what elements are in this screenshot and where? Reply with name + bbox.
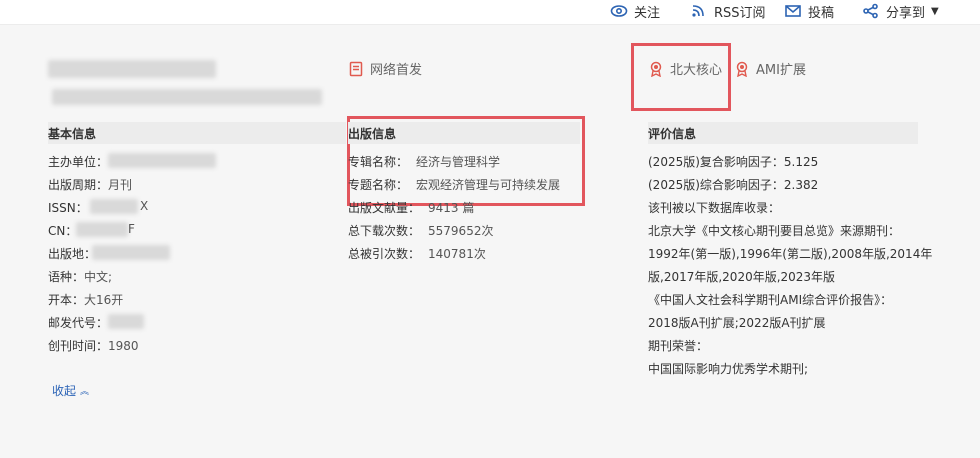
- basic-row-cn: CN：: [48, 222, 77, 239]
- basic-row-format: 开本：大16开: [48, 291, 123, 308]
- basic-row-cycle: 出版周期：月刊: [48, 176, 132, 193]
- eval-line: 版,2017年版,2020年版,2023年版: [648, 270, 836, 284]
- row-value: X: [140, 199, 149, 213]
- postcode-redacted: [108, 314, 144, 329]
- publish-row-topic: 专题名称： 宏观经济管理与可持续发展: [348, 176, 560, 193]
- eye-icon: [610, 5, 628, 17]
- share-icon: [863, 3, 878, 19]
- basic-row-sponsor: 主办单位：: [48, 153, 108, 170]
- journal-subtitle-redacted: [52, 89, 322, 105]
- eval-line: (2025版)综合影响因子：2.382: [648, 178, 819, 192]
- publish-row-album: 专辑名称： 经济与管理科学: [348, 153, 500, 170]
- row-value: 中文;: [84, 270, 113, 284]
- row-label: CN：: [48, 224, 78, 238]
- basic-row-issn: ISSN：: [48, 199, 88, 216]
- row-value: 大16开: [84, 293, 124, 307]
- collapse-label: 收起: [52, 384, 77, 398]
- eval-line: 期刊荣誉：: [648, 339, 709, 353]
- eval-line: 北京大学《中文核心期刊要目总览》来源期刊：: [648, 224, 901, 238]
- basic-row-founded: 创刊时间：1980: [48, 337, 139, 354]
- eval-line: 《中国人文社会科学期刊AMI综合评价报告》：: [648, 293, 893, 307]
- chevron-down-icon: ▼: [931, 5, 939, 17]
- share-button[interactable]: 分享到 ▼: [862, 2, 939, 21]
- network-first-badge: 网络首发: [348, 59, 422, 78]
- issn-redacted: [90, 199, 138, 214]
- row-label: 出版文献量：: [348, 201, 421, 215]
- basic-info-heading: 基本信息: [48, 122, 346, 144]
- eval-line: 该刊被以下数据库收录：: [648, 201, 781, 215]
- issn-suffix: X: [140, 199, 148, 213]
- sponsor-redacted: [108, 153, 216, 168]
- follow-button[interactable]: 关注: [610, 2, 661, 21]
- collapse-button[interactable]: 收起 ︽: [52, 382, 89, 399]
- basic-row-postcode: 邮发代号：: [48, 314, 108, 331]
- publish-info-heading: 出版信息: [348, 122, 580, 144]
- row-label: 邮发代号：: [48, 316, 109, 330]
- row-value: 经济与管理科学: [416, 155, 501, 169]
- publish-info-heading-text: 出版信息: [348, 126, 397, 141]
- row-value: 宏观经济管理与可持续发展: [416, 178, 561, 192]
- highlight-box-pku: [631, 43, 731, 111]
- row-value: 140781次: [428, 247, 486, 261]
- row-label: 出版地：: [48, 247, 97, 261]
- eval-info-heading: 评价信息: [648, 122, 918, 144]
- rss-button[interactable]: RSS订阅: [690, 2, 766, 21]
- row-label: 总被引次数：: [348, 247, 421, 261]
- eval-line: 1992年(第一版),1996年(第二版),2008年版,2014年: [648, 247, 933, 261]
- share-label: 分享到: [886, 5, 926, 21]
- publish-row-downloads: 总下载次数： 5579652次: [348, 222, 493, 239]
- basic-info-heading-text: 基本信息: [48, 126, 97, 141]
- eval-line: 2018版A刊扩展;2022版A刊扩展: [648, 316, 826, 330]
- basic-row-language: 语种：中文;: [48, 268, 112, 285]
- rss-label: RSS订阅: [714, 5, 766, 21]
- eval-info-heading-text: 评价信息: [648, 126, 697, 141]
- document-icon: [349, 61, 363, 76]
- row-label: 专题名称：: [348, 178, 409, 192]
- publish-row-volume: 出版文献量： 9413 篇: [348, 199, 474, 216]
- row-label: 开本：: [48, 293, 85, 307]
- cn-suffix: F: [128, 222, 135, 236]
- place-redacted: [92, 245, 170, 260]
- row-label: 总下载次数：: [348, 224, 421, 238]
- rss-icon: [692, 5, 704, 17]
- mail-icon: [785, 5, 801, 17]
- row-label: 专辑名称：: [348, 155, 409, 169]
- publish-row-citations: 总被引次数： 140781次: [348, 245, 486, 262]
- row-value: 月刊: [108, 178, 133, 192]
- award-icon: [736, 61, 748, 77]
- submit-button[interactable]: 投稿: [784, 2, 835, 21]
- follow-label: 关注: [634, 5, 661, 21]
- basic-row-place: 出版地：: [48, 245, 96, 262]
- row-label: 创刊时间：: [48, 339, 109, 353]
- cn-redacted: [76, 222, 128, 237]
- row-value: 5579652次: [428, 224, 494, 238]
- eval-line: (2025版)复合影响因子：5.125: [648, 155, 819, 169]
- chevron-up-icon: ︽: [80, 387, 90, 397]
- row-label: 出版周期：: [48, 178, 109, 192]
- submit-label: 投稿: [808, 5, 835, 21]
- eval-line: 中国国际影响力优秀学术期刊;: [648, 362, 809, 376]
- row-label: 主办单位：: [48, 155, 109, 169]
- ami-ext-label: AMI扩展: [756, 63, 806, 78]
- network-first-label: 网络首发: [370, 63, 423, 78]
- row-value: 9413 篇: [428, 201, 475, 215]
- journal-title-redacted: [48, 60, 216, 78]
- ami-ext-badge: AMI扩展: [734, 59, 806, 78]
- top-toolbar: 关注 RSS订阅 投稿 分享到 ▼: [0, 0, 980, 25]
- row-label: ISSN：: [48, 201, 88, 215]
- row-label: 语种：: [48, 270, 85, 284]
- row-value: F: [128, 222, 135, 236]
- row-value: 1980: [108, 339, 139, 353]
